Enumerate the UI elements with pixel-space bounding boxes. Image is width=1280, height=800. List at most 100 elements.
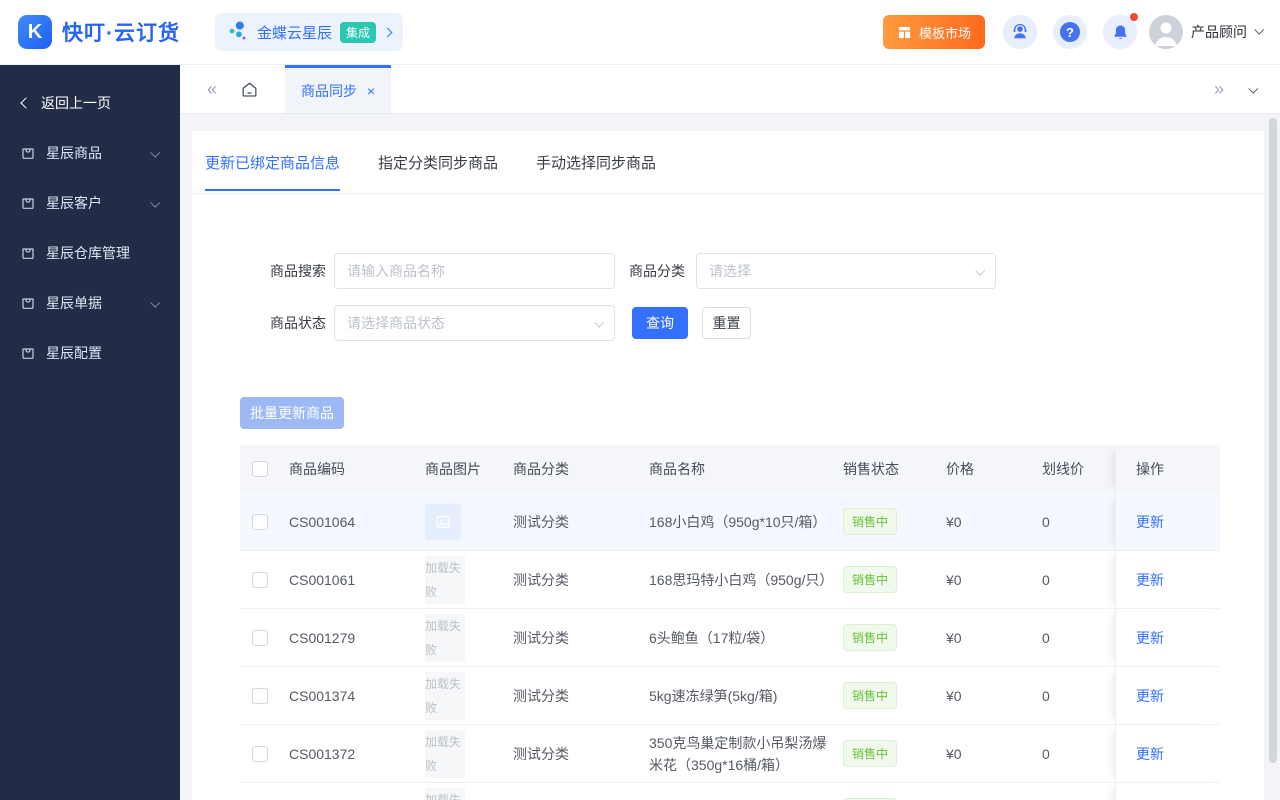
sync-mode-tab[interactable]: 更新已绑定商品信息 bbox=[205, 131, 341, 194]
action-cell: 更新 bbox=[1115, 783, 1220, 800]
table-header: 商品编码 商品图片 商品分类 商品名称 销售状态 价格 划线价 操作 bbox=[240, 445, 1220, 493]
image-icon bbox=[436, 515, 450, 528]
row-checkbox-cell bbox=[240, 687, 281, 704]
product-code: CS001064 bbox=[289, 513, 356, 530]
update-link[interactable]: 更新 bbox=[1136, 686, 1164, 706]
product-search-input[interactable] bbox=[334, 253, 615, 289]
update-link[interactable]: 更新 bbox=[1136, 628, 1164, 648]
row-checkbox[interactable] bbox=[252, 687, 268, 704]
strike-price: 0 bbox=[1042, 571, 1050, 588]
row-checkbox[interactable] bbox=[252, 571, 268, 588]
bag-icon bbox=[22, 248, 34, 259]
vertical-scrollbar[interactable] bbox=[1269, 118, 1277, 763]
product-image-cell: 加载失败 bbox=[409, 787, 497, 800]
app-logo-icon: K bbox=[18, 15, 52, 49]
update-link[interactable]: 更新 bbox=[1136, 512, 1164, 532]
product-name: 6头鲍鱼（17粒/袋） bbox=[649, 629, 775, 646]
sidebar-item-label: 星辰客户 bbox=[46, 195, 102, 211]
product-name: 350克鸟巢定制款小吊梨汤爆米花（350g*16桶/箱） bbox=[649, 734, 827, 773]
action-cell: 更新 bbox=[1115, 725, 1220, 782]
column-header: 划线价 bbox=[1042, 461, 1084, 477]
sale-status-cell: 销售中 bbox=[835, 682, 930, 709]
update-link[interactable]: 更新 bbox=[1136, 570, 1164, 590]
sidebar-item[interactable]: 星辰客户 bbox=[0, 178, 180, 228]
chevron-down-icon bbox=[150, 297, 161, 308]
column-header: 商品分类 bbox=[513, 461, 569, 477]
batch-update-button[interactable]: 批量更新商品 bbox=[240, 397, 344, 429]
avatar[interactable] bbox=[1149, 15, 1183, 49]
product-code: CS001279 bbox=[289, 629, 356, 646]
chevron-right-icon bbox=[382, 27, 393, 37]
price: ¥0 bbox=[946, 571, 962, 588]
status-label: 商品状态 bbox=[270, 315, 326, 331]
reset-button[interactable]: 重置 bbox=[702, 307, 751, 339]
sync-mode-tab[interactable]: 手动选择同步商品 bbox=[536, 131, 656, 194]
status-badge: 销售中 bbox=[843, 682, 898, 709]
home-tab-icon[interactable] bbox=[240, 80, 259, 99]
bag-icon bbox=[22, 298, 34, 309]
bag-icon bbox=[22, 148, 34, 159]
tab-menu-icon[interactable] bbox=[1248, 83, 1259, 94]
back-label: 返回上一页 bbox=[41, 95, 111, 111]
action-cell: 更新 bbox=[1115, 493, 1220, 550]
chevron-down-icon[interactable] bbox=[1254, 24, 1265, 35]
strike-price: 0 bbox=[1042, 629, 1050, 646]
row-checkbox[interactable] bbox=[252, 745, 268, 762]
image-load-failed: 加载失败 bbox=[425, 671, 465, 720]
app-logo: K 快叮·云订货 bbox=[0, 15, 215, 49]
sidebar-item[interactable]: 星辰仓库管理 bbox=[0, 228, 180, 278]
bag-icon bbox=[22, 348, 34, 359]
sale-status-cell: 销售中 bbox=[835, 566, 930, 593]
expand-tabs-icon[interactable]: » bbox=[1214, 79, 1224, 100]
tabbar-right: » bbox=[1214, 79, 1280, 100]
product-code: CS001061 bbox=[289, 571, 356, 588]
price: ¥0 bbox=[946, 745, 962, 762]
table-row: CS001374 加载失败 测试分类 5kg速冻绿笋(5kg/箱) 销售中 ¥0 0 更新 bbox=[240, 667, 1220, 725]
sidebar-item[interactable]: 星辰配置 bbox=[0, 328, 180, 378]
sidebar-item[interactable]: 星辰商品 bbox=[0, 128, 180, 178]
back-to-previous-page[interactable]: 返回上一页 bbox=[0, 65, 180, 116]
column-header: 商品图片 bbox=[425, 461, 481, 477]
home-icon bbox=[242, 81, 257, 97]
tabbar: « 商品同步 × » bbox=[180, 65, 1280, 114]
status-select[interactable]: 请选择商品状态 bbox=[334, 305, 615, 341]
column-header: 价格 bbox=[946, 461, 974, 477]
app-logo-text: 快叮·云订货 bbox=[62, 22, 180, 45]
image-load-failed: 加载失败 bbox=[425, 613, 465, 662]
template-market-button[interactable]: 模板市场 bbox=[882, 15, 985, 49]
query-button[interactable]: 查询 bbox=[632, 307, 688, 339]
tab-label: 商品同步 bbox=[301, 82, 358, 99]
header-actions: 模板市场 ? 产品顾问 bbox=[882, 13, 1280, 49]
customer-service-button[interactable] bbox=[1003, 15, 1037, 49]
action-cell: 更新 bbox=[1115, 609, 1220, 666]
image-load-failed: 加载失败 bbox=[425, 787, 465, 800]
product-name: 168思玛特小白鸡（950g/只） bbox=[649, 571, 834, 588]
sidebar: 返回上一页 星辰商品 星辰客户 星辰仓库管理 星辰单据 星辰配置 bbox=[0, 65, 180, 800]
notification-dot bbox=[1130, 13, 1138, 21]
tab-product-sync[interactable]: 商品同步 × bbox=[285, 65, 392, 113]
table-row: CS001064 测试分类 168小白鸡（950g*10只/箱） 销售中 ¥0 0 更新 bbox=[240, 493, 1220, 551]
collapse-tabs-icon[interactable]: « bbox=[207, 79, 217, 100]
update-link[interactable]: 更新 bbox=[1136, 744, 1164, 764]
status-badge: 销售中 bbox=[843, 624, 898, 651]
product-image-placeholder bbox=[425, 503, 461, 540]
action-cell: 更新 bbox=[1115, 551, 1220, 608]
notifications-button[interactable] bbox=[1103, 13, 1138, 49]
row-checkbox[interactable] bbox=[252, 513, 268, 530]
header-checkbox-cell bbox=[240, 461, 281, 477]
sidebar-item[interactable]: 星辰单据 bbox=[0, 278, 180, 328]
integration-switcher[interactable]: 金蝶云星辰 集成 bbox=[215, 13, 404, 51]
integration-badge: 集成 bbox=[340, 21, 377, 43]
product-category: 测试分类 bbox=[513, 745, 569, 762]
help-button[interactable]: ? bbox=[1053, 15, 1087, 49]
category-select[interactable]: 请选择 bbox=[696, 253, 996, 289]
product-category: 测试分类 bbox=[513, 687, 569, 704]
product-name: 5kg速冻绿笋(5kg/箱) bbox=[649, 687, 778, 704]
row-checkbox[interactable] bbox=[252, 629, 268, 646]
close-tab-icon[interactable]: × bbox=[367, 83, 375, 99]
select-all-checkbox[interactable] bbox=[252, 461, 268, 477]
column-header: 商品编码 bbox=[289, 461, 345, 477]
sidebar-item-label: 星辰商品 bbox=[46, 145, 102, 161]
user-role-label[interactable]: 产品顾问 bbox=[1191, 22, 1247, 42]
sync-mode-tab[interactable]: 指定分类同步商品 bbox=[378, 131, 498, 194]
